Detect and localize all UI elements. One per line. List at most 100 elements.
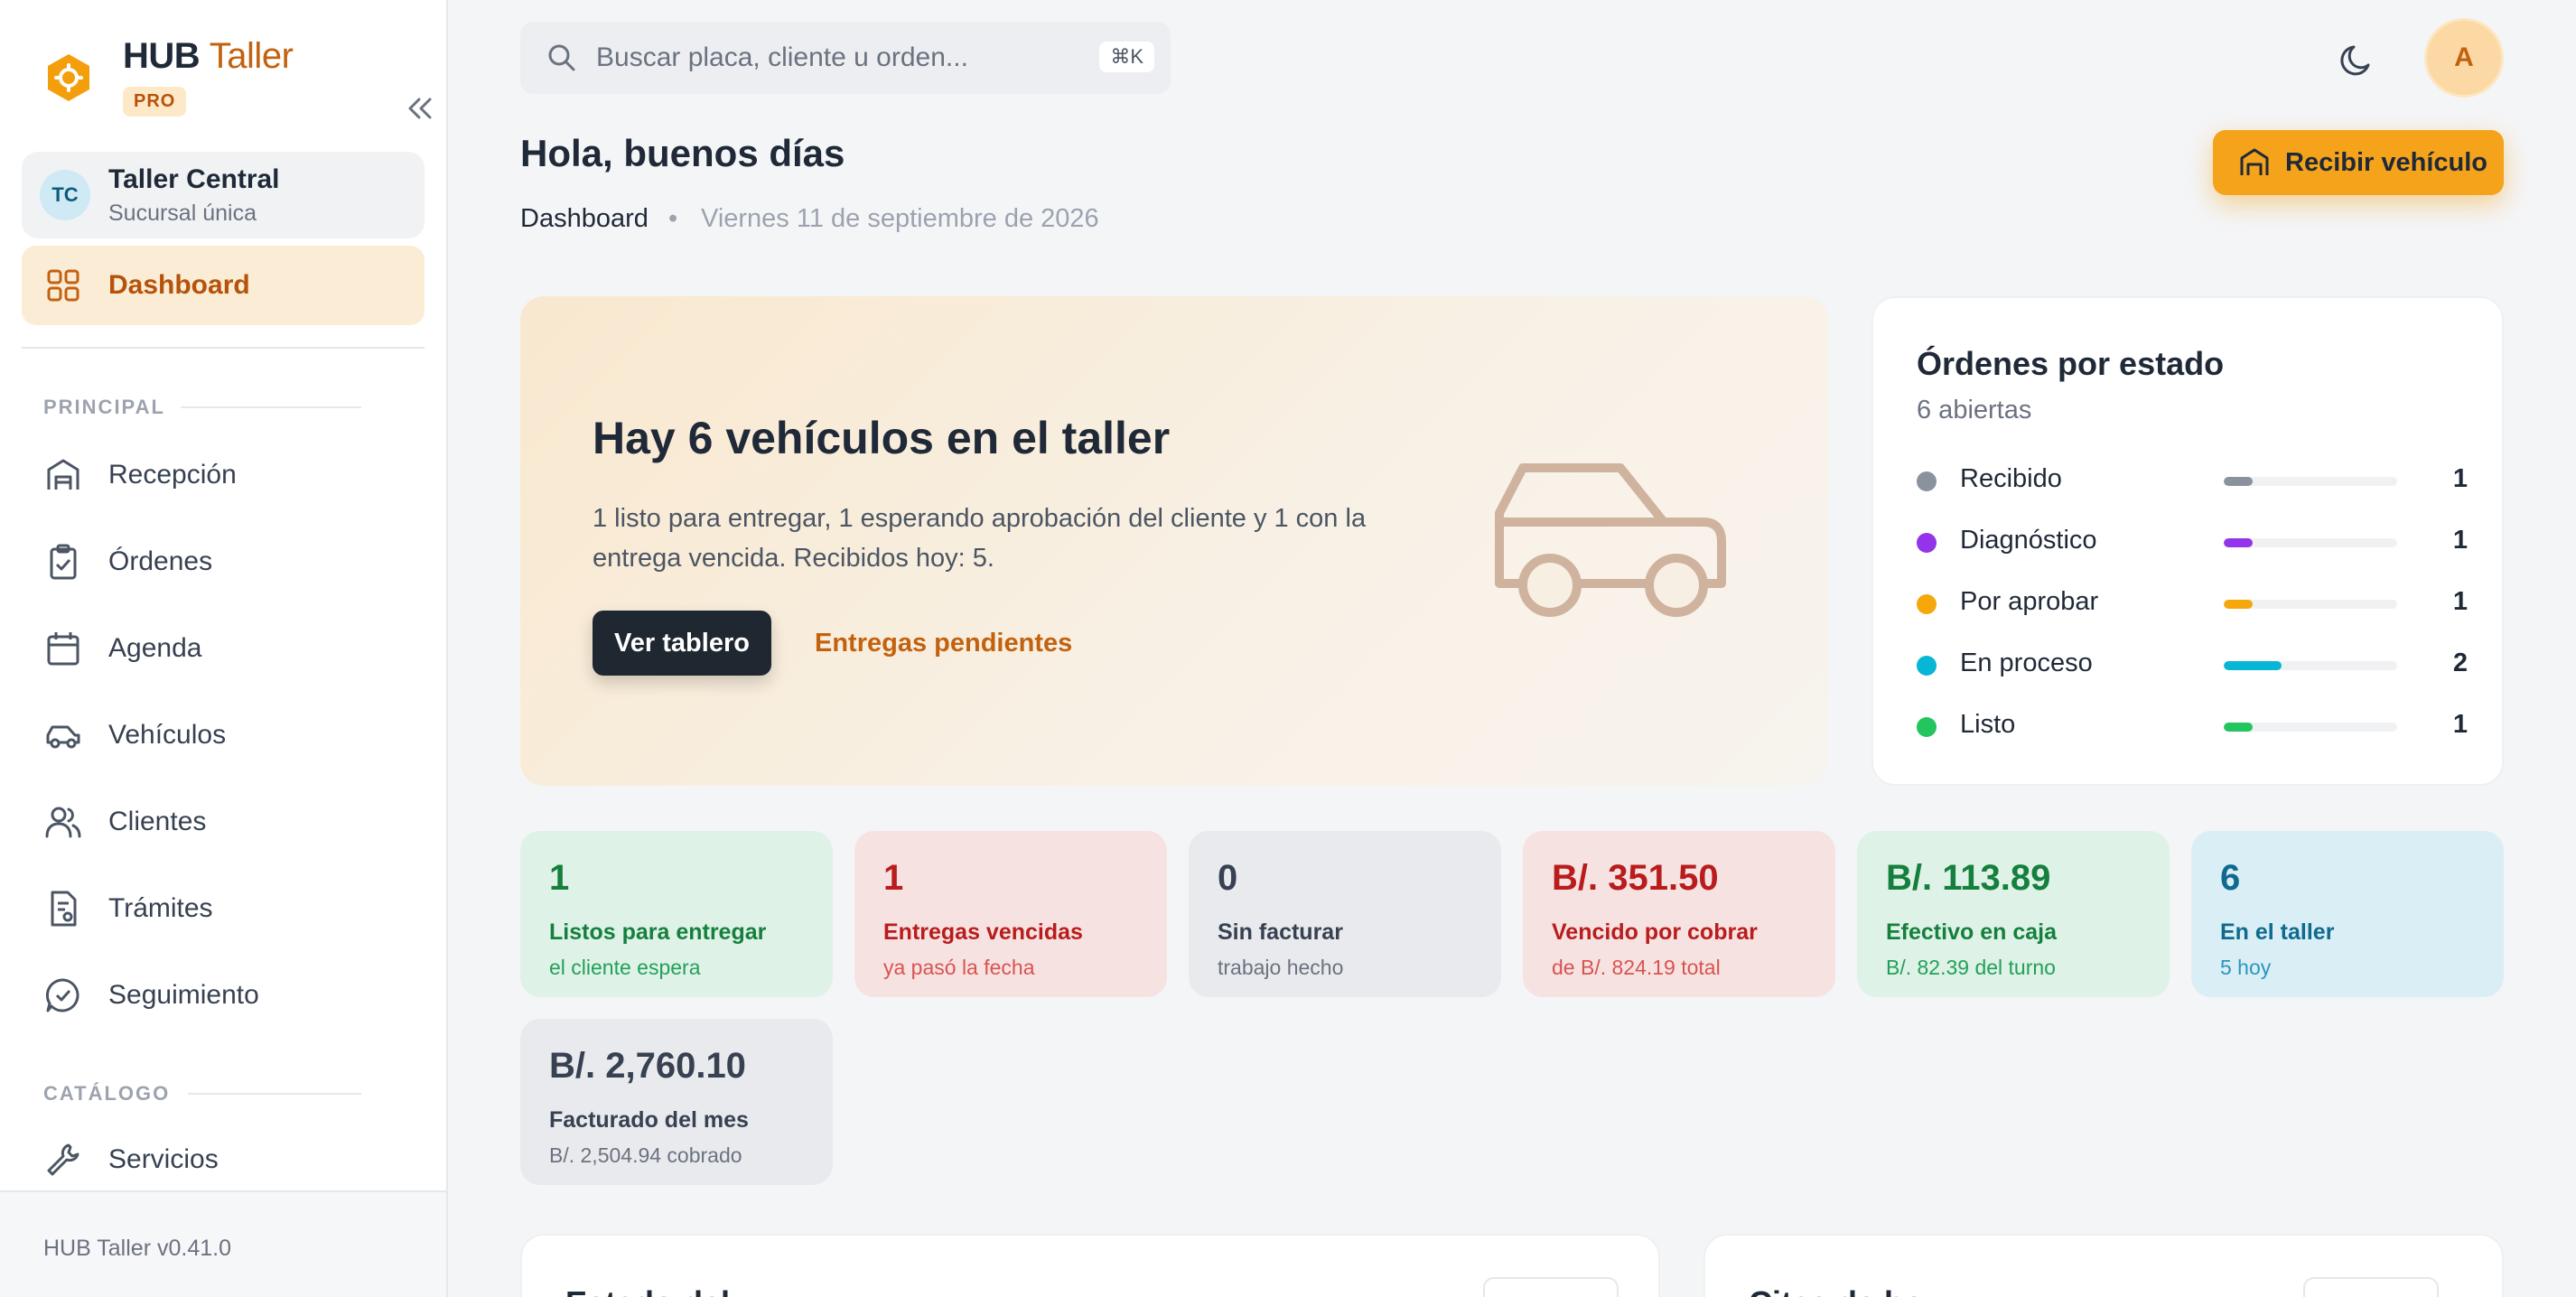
sidebar-item-recepcion[interactable]: Recepción (22, 435, 425, 515)
bottom-card-left: Estado del... (520, 1234, 1660, 1297)
sidebar-item-label: Trámites (108, 893, 213, 923)
stat-card-receivable[interactable]: B/. 351.50 Vencido por cobrar de B/. 824… (1523, 831, 1835, 997)
hero-title: Hay 6 vehículos en el taller (593, 413, 1171, 463)
bottom-card-action[interactable] (2303, 1277, 2439, 1297)
sidebar-item-label: Vehículos (108, 720, 227, 750)
status-bar (2224, 538, 2397, 547)
status-label: Por aprobar (1960, 587, 2099, 616)
stat-card-ready[interactable]: 1 Listos para entregar el cliente espera (520, 831, 833, 997)
search-bar[interactable]: ⌘K (520, 22, 1171, 94)
shortcut-badge: ⌘K (1099, 42, 1154, 72)
workshop-summary-card: Hay 6 vehículos en el taller 1 listo par… (520, 296, 1828, 786)
status-row[interactable]: Recibido 1 (1917, 462, 2468, 499)
view-board-button[interactable]: Ver tablero (593, 611, 771, 676)
breadcrumb-separator: • (668, 204, 678, 233)
brand-taller: Taller (209, 36, 294, 76)
brand-name: HUB Taller (123, 36, 294, 77)
stat-card-overdue[interactable]: 1 Entregas vencidas ya pasó la fecha (854, 831, 1167, 997)
stat-card-cash[interactable]: B/. 113.89 Efectivo en caja B/. 82.39 de… (1857, 831, 2170, 997)
stat-card-unbilled[interactable]: 0 Sin facturar trabajo hecho (1189, 831, 1501, 997)
status-dot (1917, 656, 1937, 676)
stat-label: Sin facturar (1218, 919, 1343, 945)
status-row[interactable]: Diagnóstico 1 (1917, 524, 2468, 560)
sidebar-item-tramites[interactable]: Trámites (22, 869, 425, 948)
stat-label: Vencido por cobrar (1552, 919, 1758, 945)
section-divider (188, 1093, 361, 1095)
sidebar-item-dashboard[interactable]: Dashboard (22, 246, 425, 325)
garage-icon (2240, 148, 2269, 175)
status-bar-fill (2224, 538, 2254, 547)
sidebar-divider (22, 347, 425, 349)
stat-card-in-shop[interactable]: 6 En el taller 5 hoy (2191, 831, 2504, 997)
status-row[interactable]: Listo 1 (1917, 708, 2468, 744)
collapse-sidebar-icon[interactable] (401, 90, 437, 126)
status-label: Listo (1960, 710, 2016, 739)
status-count: 1 (2452, 464, 2468, 493)
sidebar-item-label: Servicios (108, 1144, 219, 1174)
stat-label: Entregas vencidas (883, 919, 1083, 945)
status-label: Diagnóstico (1960, 526, 2097, 555)
bottom-card-right: Citas de hoy (1703, 1234, 2504, 1297)
stat-label: Facturado del mes (549, 1107, 749, 1133)
current-date: Viernes 11 de septiembre de 2026 (701, 204, 1099, 233)
sidebar-footer: HUB Taller v0.41.0 (0, 1190, 446, 1297)
page-title: Hola, buenos días (520, 132, 845, 174)
status-row[interactable]: Por aprobar 1 (1917, 585, 2468, 621)
status-label: En proceso (1960, 648, 2093, 677)
status-bar (2224, 477, 2397, 486)
app-version: HUB Taller v0.41.0 (43, 1236, 231, 1261)
sidebar-item-agenda[interactable]: Agenda (22, 609, 425, 688)
status-bar-fill (2224, 600, 2254, 609)
sidebar-item-seguimiento[interactable]: Seguimiento (22, 956, 425, 1035)
stat-label: Efectivo en caja (1886, 919, 2057, 945)
stat-label: En el taller (2220, 919, 2335, 945)
stat-sub: de B/. 824.19 total (1552, 956, 1721, 979)
section-divider (181, 406, 361, 408)
status-dot (1917, 471, 1937, 491)
orders-subtitle: 6 abiertas (1917, 396, 2032, 425)
branch-name: Taller Central (108, 164, 280, 194)
search-icon (548, 44, 575, 71)
stat-sub: trabajo hecho (1218, 956, 1344, 979)
status-bar (2224, 661, 2397, 670)
gear-logo-icon (48, 54, 89, 101)
sidebar-item-vehiculos[interactable]: Vehículos (22, 695, 425, 775)
document-icon (51, 891, 77, 927)
status-count: 1 (2452, 526, 2468, 555)
stat-value: 6 (2220, 858, 2241, 898)
user-avatar[interactable]: A (2424, 18, 2504, 98)
stat-sub: B/. 2,504.94 cobrado (549, 1143, 742, 1167)
sidebar-item-servicios[interactable]: Servicios (22, 1120, 425, 1199)
sidebar-item-label: Recepción (108, 460, 237, 490)
bottom-card-action[interactable] (1483, 1277, 1619, 1297)
receive-vehicle-label: Recibir vehículo (2285, 148, 2488, 177)
users-icon (45, 807, 81, 838)
calendar-icon (47, 632, 79, 666)
pending-deliveries-link[interactable]: Entregas pendientes (815, 629, 1072, 658)
sidebar-item-clientes[interactable]: Clientes (22, 782, 425, 862)
stat-sub: B/. 82.39 del turno (1886, 956, 2056, 979)
stat-value: 1 (549, 858, 570, 898)
receive-vehicle-button[interactable]: Recibir vehículo (2213, 130, 2504, 195)
moon-icon[interactable] (2336, 38, 2379, 81)
status-row[interactable]: En proceso 2 (1917, 647, 2468, 683)
bottom-card-title: Citas de hoy (1749, 1284, 1942, 1297)
branch-selector[interactable]: TC Taller Central Sucursal única (22, 152, 425, 238)
status-count: 2 (2452, 648, 2468, 677)
status-bar (2224, 723, 2397, 732)
search-input[interactable] (596, 38, 1048, 78)
stat-value: B/. 113.89 (1886, 858, 2051, 898)
stat-value: B/. 2,760.10 (549, 1046, 746, 1086)
sidebar-item-ordenes[interactable]: Órdenes (22, 522, 425, 602)
status-dot (1917, 594, 1937, 614)
stat-sub: ya pasó la fecha (883, 956, 1035, 979)
breadcrumb[interactable]: Dashboard (520, 204, 649, 234)
stat-value: 0 (1218, 858, 1238, 898)
brand-hub: HUB (123, 36, 201, 76)
status-bar (2224, 600, 2397, 609)
sidebar-item-label: Agenda (108, 633, 202, 663)
status-dot (1917, 717, 1937, 737)
sidebar-item-label: Órdenes (108, 546, 213, 576)
car-icon (46, 725, 80, 749)
stat-card-monthly-billed[interactable]: B/. 2,760.10 Facturado del mes B/. 2,504… (520, 1019, 833, 1185)
